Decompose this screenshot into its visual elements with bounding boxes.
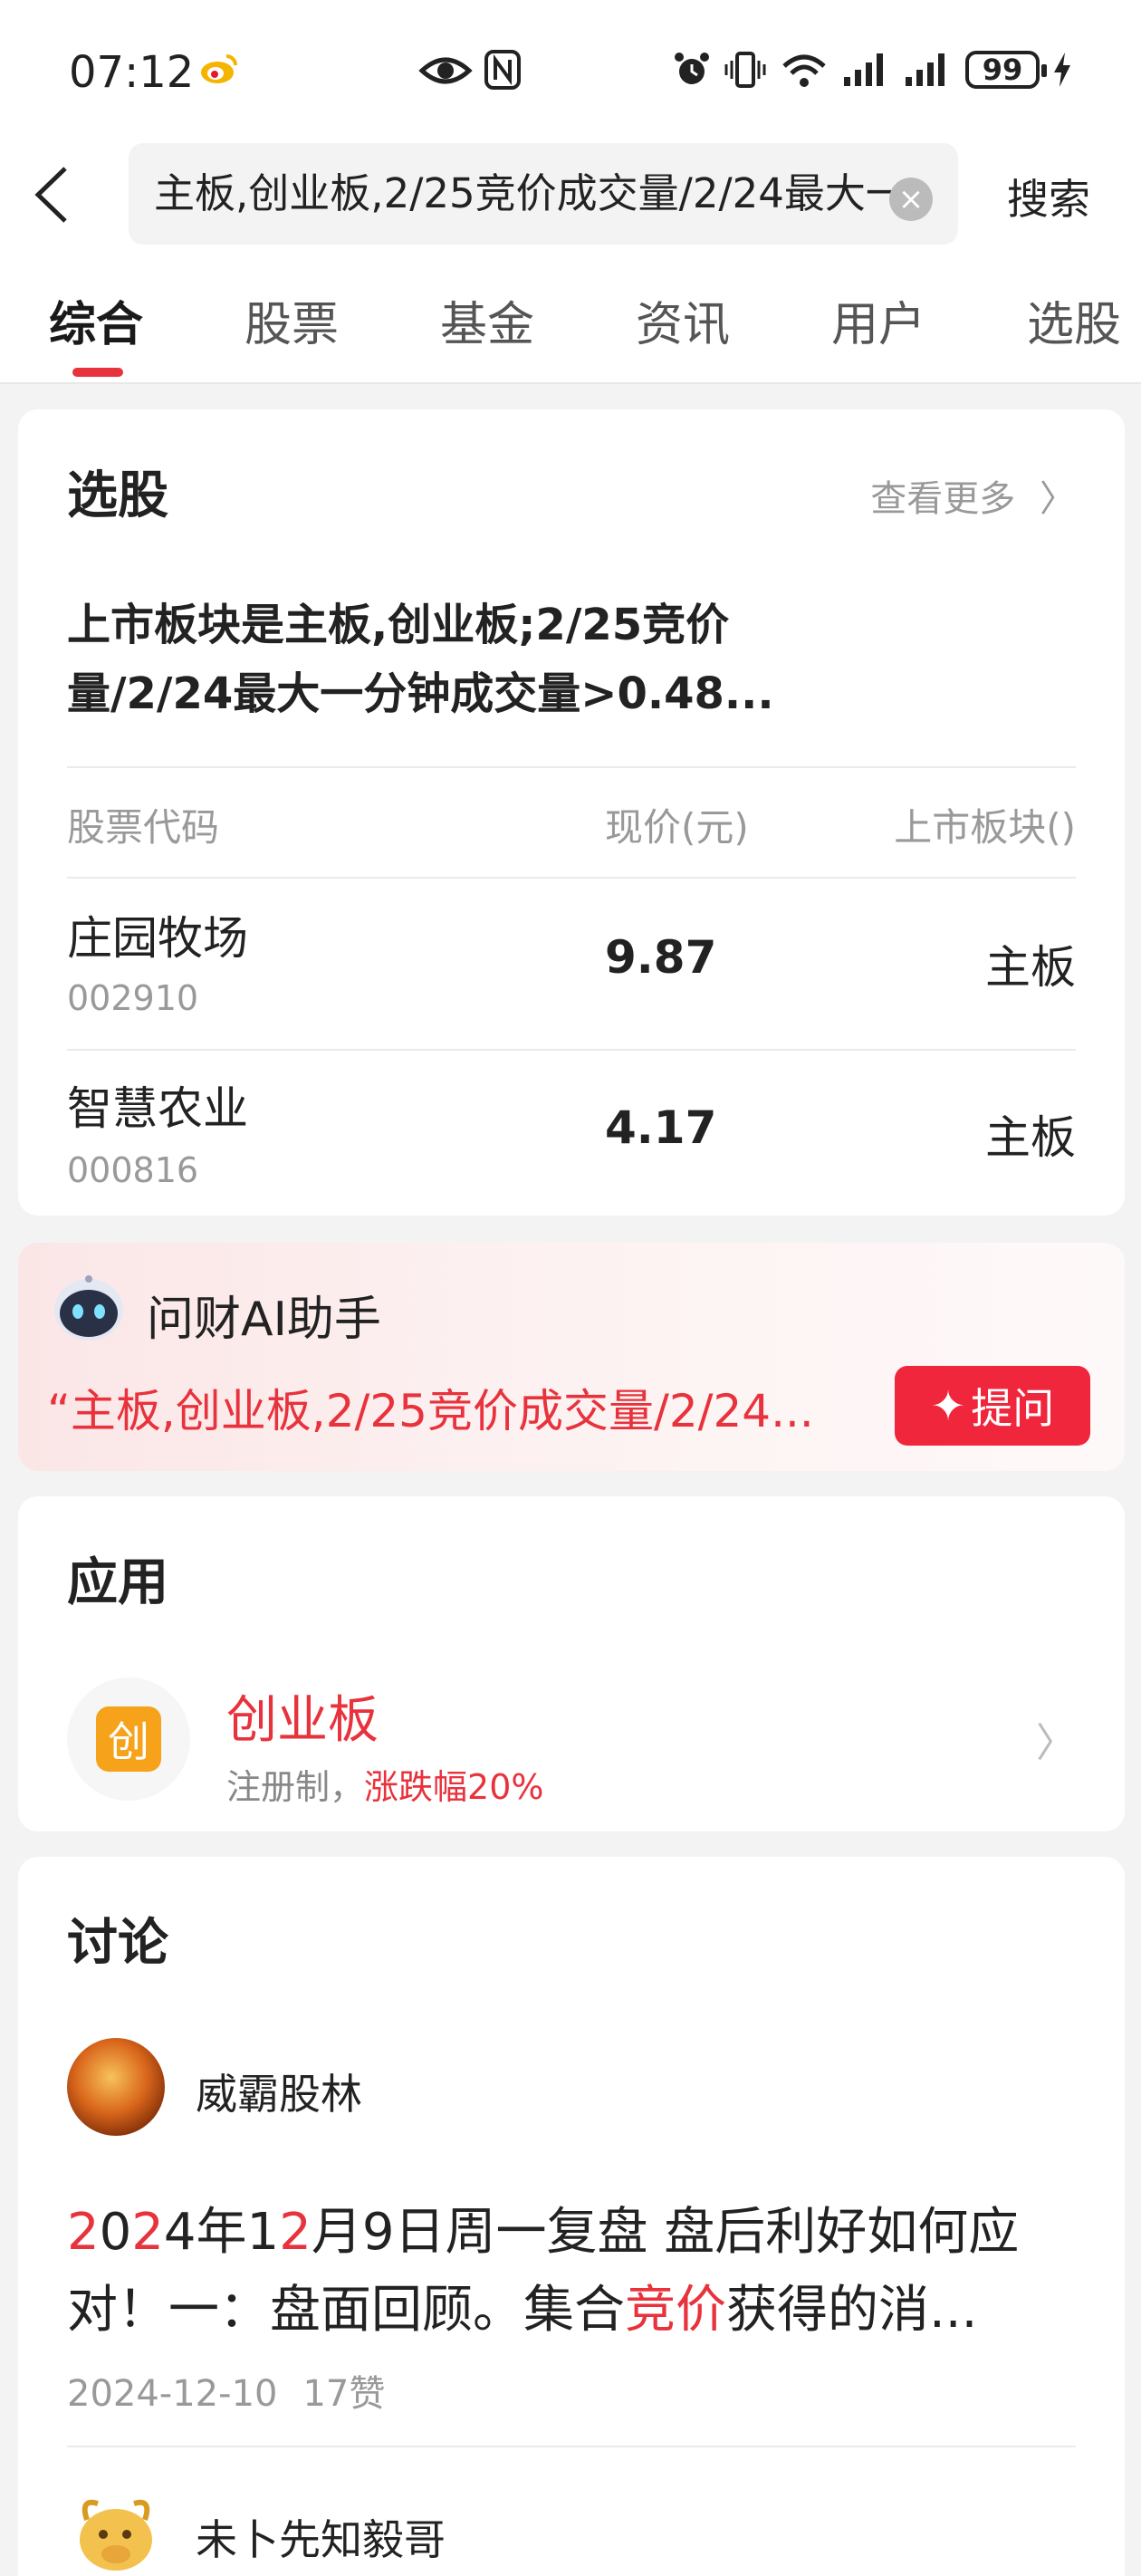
chevron-right-icon: 〉 bbox=[1040, 478, 1076, 520]
stock-code: 002910 bbox=[67, 978, 199, 1018]
stock-name: 庄园牧场 bbox=[67, 912, 248, 965]
battery-icon: 99 bbox=[965, 51, 1047, 89]
search-header: 主板,创业板,2/25竞价成交量/2/24最大一分钟成交量>0.48 × 搜索 bbox=[0, 136, 1141, 254]
tab-funds[interactable]: 基金 bbox=[440, 286, 534, 354]
apps-title: 应用 bbox=[67, 1553, 168, 1612]
app-desc-highlight: 涨跌幅20% bbox=[364, 1767, 544, 1807]
app-name: 创业板 bbox=[226, 1691, 379, 1750]
apps-card: 应用 创 创业板 注册制，涨跌幅20% 〉 bbox=[18, 1496, 1125, 1831]
stock-board: 主板 bbox=[985, 1111, 1076, 1164]
stock-code: 000816 bbox=[67, 1150, 199, 1190]
search-input[interactable]: 主板,创业板,2/25竞价成交量/2/24最大一分钟成交量>0.48 × bbox=[129, 143, 958, 245]
app-description: 注册制，涨跌幅20% bbox=[226, 1759, 543, 1809]
vibrate-icon bbox=[724, 52, 766, 88]
tab-comprehensive[interactable]: 综合 bbox=[49, 286, 143, 354]
text-fragment: 获得的消... bbox=[726, 2281, 978, 2340]
post-author[interactable]: 未卜先知毅哥 bbox=[196, 2507, 446, 2567]
ai-suggested-query[interactable]: “主板,创业板,2/25竞价成交量/2/24... bbox=[47, 1375, 880, 1440]
query-condition[interactable]: 上市板块是主板,创业板;2/25竞价 量/2/24最大一分钟成交量>0.48..… bbox=[67, 591, 1063, 728]
ask-button[interactable]: ✦ 提问 bbox=[895, 1366, 1090, 1446]
text-fragment: 4年1 bbox=[163, 2203, 280, 2262]
header-price: 现价(元) bbox=[605, 805, 749, 850]
stock-picker-title: 选股 bbox=[67, 466, 168, 525]
tab-stocks[interactable]: 股票 bbox=[244, 286, 339, 354]
active-tab-indicator bbox=[72, 368, 123, 377]
status-icons: 99 bbox=[672, 47, 1072, 92]
post-text-line1: 2024年12月9日周一复盘 盘后利好如何应 bbox=[67, 2194, 1090, 2272]
nfc-icon bbox=[484, 50, 521, 90]
text-fragment: 对！一：盘面回顾。集合 bbox=[67, 2281, 625, 2340]
stock-board: 主板 bbox=[985, 941, 1076, 994]
ai-assistant-card[interactable]: 问财AI助手 “主板,创业板,2/25竞价成交量/2/24... ✦ 提问 bbox=[18, 1243, 1125, 1471]
app-icon-container: 创 bbox=[67, 1677, 190, 1801]
stock-name: 智慧农业 bbox=[67, 1082, 248, 1135]
ask-button-label: 提问 bbox=[971, 1384, 1055, 1433]
view-more-label: 查看更多 bbox=[870, 478, 1016, 520]
text-highlight: 2 bbox=[131, 2203, 164, 2262]
header-stock-code: 股票代码 bbox=[67, 805, 220, 850]
weibo-icon bbox=[201, 54, 237, 83]
text-highlight: 竞价 bbox=[625, 2281, 726, 2340]
charging-icon bbox=[1054, 53, 1070, 87]
signal-icon bbox=[844, 53, 883, 86]
query-condition-line1: 上市板块是主板,创业板;2/25竞价 bbox=[67, 600, 730, 650]
post-likes: 17赞 bbox=[302, 2373, 386, 2415]
stock-picker-card: 选股 查看更多 〉 上市板块是主板,创业板;2/25竞价 量/2/24最大一分钟… bbox=[18, 409, 1125, 1216]
back-arrow-icon[interactable] bbox=[24, 163, 87, 226]
text-fragment: 月9日周一复盘 盘后利好如何应 bbox=[311, 2203, 1020, 2262]
tab-users[interactable]: 用户 bbox=[831, 286, 925, 354]
avatar[interactable] bbox=[67, 2038, 165, 2136]
battery-level: 99 bbox=[982, 53, 1023, 87]
view-more-link[interactable]: 查看更多 〉 bbox=[870, 469, 1076, 522]
signal-icon-2 bbox=[906, 53, 944, 86]
text-highlight: 2 bbox=[67, 2203, 100, 2262]
ai-assistant-title: 问财AI助手 bbox=[147, 1293, 381, 1347]
header-board: 上市板块() bbox=[894, 805, 1076, 850]
post-meta: 2024-12-10 17赞 bbox=[67, 2364, 385, 2417]
wifi-icon bbox=[782, 54, 826, 87]
divider bbox=[67, 1049, 1076, 1051]
app-desc-prefix: 注册制， bbox=[226, 1767, 365, 1807]
robot-icon bbox=[54, 1275, 123, 1341]
alarm-icon bbox=[675, 53, 709, 84]
eye-icon bbox=[418, 57, 473, 84]
chinext-app-icon: 创 bbox=[96, 1706, 161, 1772]
divider bbox=[67, 2446, 1076, 2447]
clear-icon[interactable]: × bbox=[889, 178, 933, 221]
post-author[interactable]: 威霸股林 bbox=[196, 2062, 362, 2121]
discussion-card: 讨论 威霸股林 2024年12月9日周一复盘 盘后利好如何应 对！一：盘面回顾。… bbox=[18, 1857, 1125, 2576]
divider bbox=[67, 877, 1076, 879]
chevron-right-icon: 〉 bbox=[1036, 1720, 1076, 1766]
post-text-line2: 对！一：盘面回顾。集合竞价获得的消... bbox=[67, 2272, 1090, 2350]
text-highlight: 2 bbox=[279, 2203, 312, 2262]
text-fragment: 0 bbox=[99, 2203, 132, 2262]
stock-price: 9.87 bbox=[605, 931, 717, 984]
status-time: 07:12 bbox=[69, 47, 195, 98]
tab-bar: 综合 股票 基金 资讯 用户 选股 bbox=[0, 254, 1141, 384]
query-condition-line2: 量/2/24最大一分钟成交量>0.48... bbox=[67, 668, 774, 719]
divider bbox=[67, 766, 1076, 768]
tab-news[interactable]: 资讯 bbox=[636, 286, 730, 354]
post-date: 2024-12-10 bbox=[67, 2373, 278, 2415]
discussion-title: 讨论 bbox=[67, 1914, 168, 1973]
tab-stock-picker[interactable]: 选股 bbox=[1027, 286, 1121, 354]
sparkle-icon: ✦ bbox=[930, 1381, 966, 1430]
status-bar: 07:12 99 bbox=[0, 0, 1141, 136]
search-query-text[interactable]: 主板,创业板,2/25竞价成交量/2/24最大一分钟成交量>0.48 bbox=[154, 170, 896, 217]
search-button[interactable]: 搜索 bbox=[1007, 167, 1090, 226]
avatar[interactable] bbox=[67, 2484, 165, 2576]
stock-price: 4.17 bbox=[605, 1101, 717, 1154]
post-text: 2024年12月9日周一复盘 盘后利好如何应 对！一：盘面回顾。集合竞价获得的消… bbox=[67, 2194, 1090, 2350]
